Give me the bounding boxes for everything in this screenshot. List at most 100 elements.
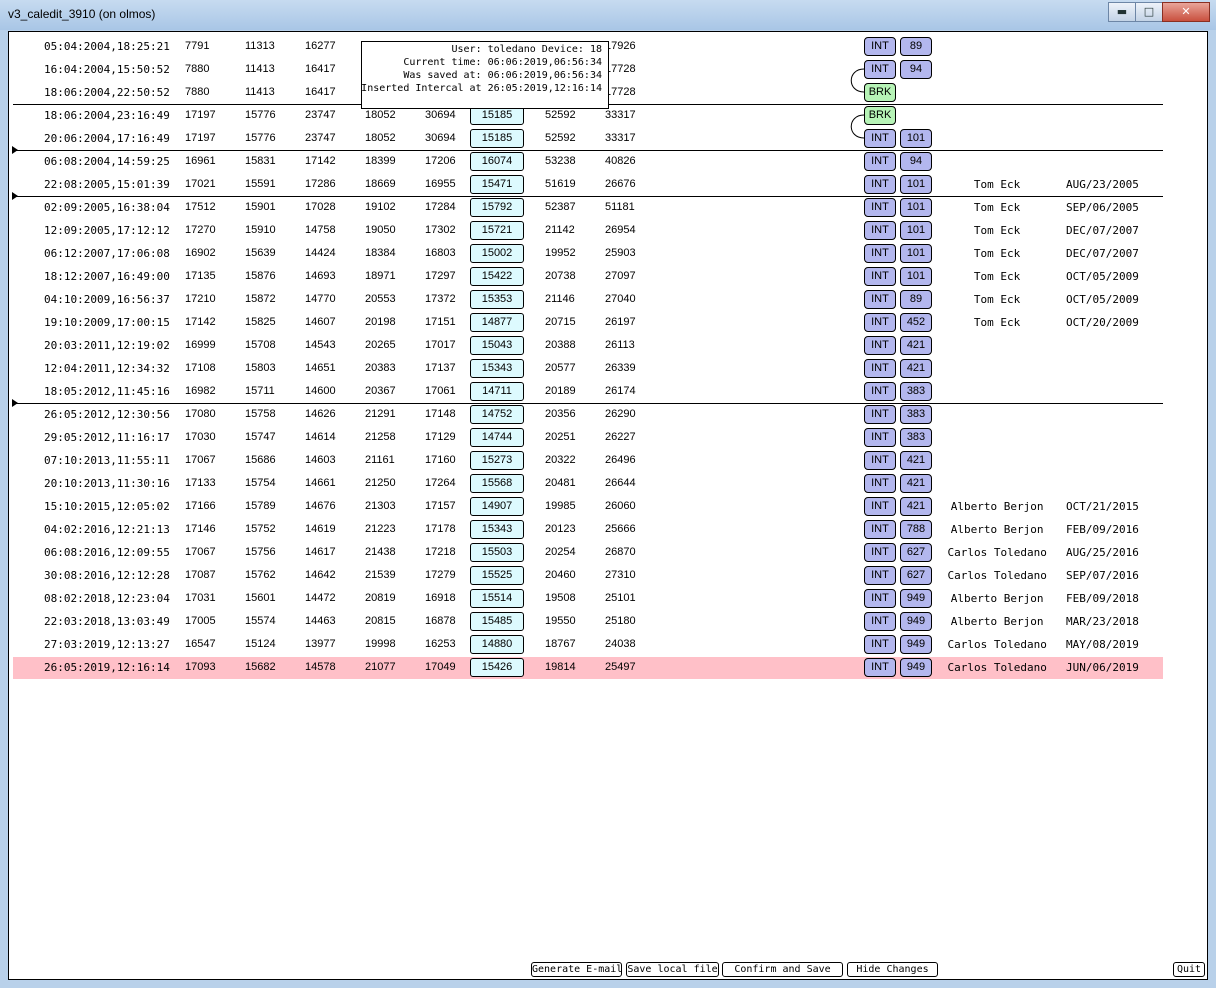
value-box[interactable]: 15426 xyxy=(470,658,524,677)
value-box[interactable]: 15525 xyxy=(470,566,524,585)
code-badge[interactable]: 101 xyxy=(900,244,932,263)
cell-operator-name: Alberto Berjon xyxy=(950,615,1044,628)
save-local-file-button[interactable]: Save local file xyxy=(626,962,719,977)
int-tag[interactable]: INT xyxy=(864,543,896,562)
value-box[interactable]: 14744 xyxy=(470,428,524,447)
int-tag[interactable]: INT xyxy=(864,658,896,677)
table-row[interactable]: 06:08:2016,12:09:55 17067 15756 14617 21438 1… xyxy=(13,542,1163,564)
int-tag[interactable]: INT xyxy=(864,405,896,424)
code-badge[interactable]: 452 xyxy=(900,313,932,332)
int-tag[interactable]: INT xyxy=(864,451,896,470)
cell-v4: 21077 xyxy=(365,661,396,673)
value-box[interactable]: 15343 xyxy=(470,520,524,539)
cell-v5: 16253 xyxy=(425,638,456,650)
table-row[interactable]: 26:05:2012,12:30:56 17080 15758 14626 21291 1… xyxy=(13,404,1163,426)
value-box[interactable]: 15568 xyxy=(470,474,524,493)
cell-v5: 17157 xyxy=(425,500,456,512)
value-box[interactable]: 15343 xyxy=(470,359,524,378)
code-badge[interactable]: 949 xyxy=(900,612,932,631)
value-box[interactable]: 14880 xyxy=(470,635,524,654)
table-row[interactable]: 20:03:2011,12:19:02 16999 15708 14543 20265 1… xyxy=(13,335,1163,357)
quit-button[interactable]: Quit xyxy=(1173,962,1205,977)
value-box[interactable]: 15273 xyxy=(470,451,524,470)
minimize-icon[interactable]: ▬ xyxy=(1108,2,1136,22)
maximize-icon[interactable]: □ xyxy=(1135,2,1163,22)
table-row[interactable]: 26:05:2019,12:16:14 17093 15682 14578 21077 1… xyxy=(13,657,1163,679)
cell-date: 12:04:2011,12:34:32 xyxy=(44,362,170,375)
cell-v4: 21539 xyxy=(365,569,396,581)
hide-changes-button[interactable]: Hide Changes xyxy=(847,962,938,977)
value-box[interactable]: 15514 xyxy=(470,589,524,608)
cell-v5: 17279 xyxy=(425,569,456,581)
int-tag[interactable]: INT xyxy=(864,313,896,332)
cell-v7: 26496 xyxy=(605,454,636,466)
cell-v6: 20322 xyxy=(545,454,576,466)
code-badge[interactable]: 421 xyxy=(900,359,932,378)
code-badge[interactable]: 421 xyxy=(900,451,932,470)
int-tag[interactable]: INT xyxy=(864,382,896,401)
table-row[interactable]: 18:12:2007,16:49:00 17135 15876 14693 18971 1… xyxy=(13,266,1163,288)
code-badge[interactable]: 383 xyxy=(900,405,932,424)
code-badge[interactable]: 421 xyxy=(900,497,932,516)
int-tag[interactable]: INT xyxy=(864,635,896,654)
value-box[interactable]: 14877 xyxy=(470,313,524,332)
confirm-and-save-button[interactable]: Confirm and Save xyxy=(722,962,843,977)
int-tag[interactable]: INT xyxy=(864,290,896,309)
generate-email-button[interactable]: Generate E-mail xyxy=(531,962,622,977)
table-row[interactable]: 04:02:2016,12:21:13 17146 15752 14619 21223 1… xyxy=(13,519,1163,541)
table-row[interactable]: 22:03:2018,13:03:49 17005 15574 14463 20815 1… xyxy=(13,611,1163,633)
code-badge[interactable]: 421 xyxy=(900,336,932,355)
table-row[interactable]: 04:10:2009,16:56:37 17210 15872 14770 20553 1… xyxy=(13,289,1163,311)
cell-operator-name: Tom Eck xyxy=(973,316,1021,329)
int-tag[interactable]: INT xyxy=(864,359,896,378)
code-badge[interactable]: 627 xyxy=(900,543,932,562)
table-row[interactable]: 30:08:2016,12:12:28 17087 15762 14642 21539 1… xyxy=(13,565,1163,587)
table-row[interactable]: 07:10:2013,11:55:11 17067 15686 14603 21161 1… xyxy=(13,450,1163,472)
code-badge[interactable]: 949 xyxy=(900,589,932,608)
value-box[interactable]: 15422 xyxy=(470,267,524,286)
value-box[interactable]: 14907 xyxy=(470,497,524,516)
table-row[interactable]: 18:05:2012,11:45:16 16982 15711 14600 20367 1… xyxy=(13,381,1163,403)
table-row[interactable]: 29:05:2012,11:16:17 17030 15747 14614 21258 1… xyxy=(13,427,1163,449)
int-tag[interactable]: INT xyxy=(864,520,896,539)
cell-operator-name: Carlos Toledano xyxy=(947,569,1047,582)
int-tag[interactable]: INT xyxy=(864,267,896,286)
code-badge[interactable]: 788 xyxy=(900,520,932,539)
value-box[interactable]: 14711 xyxy=(470,382,524,401)
table-row[interactable]: 20:10:2013,11:30:16 17133 15754 14661 21250 1… xyxy=(13,473,1163,495)
value-box[interactable]: 15002 xyxy=(470,244,524,263)
value-box[interactable]: 15503 xyxy=(470,543,524,562)
code-badge[interactable]: 383 xyxy=(900,428,932,447)
code-badge[interactable]: 949 xyxy=(900,658,932,677)
value-box[interactable]: 15485 xyxy=(470,612,524,631)
cell-date: 18:05:2012,11:45:16 xyxy=(44,385,170,398)
value-box[interactable]: 15043 xyxy=(470,336,524,355)
int-tag[interactable]: INT xyxy=(864,244,896,263)
code-badge[interactable]: 421 xyxy=(900,474,932,493)
value-box[interactable]: 15353 xyxy=(470,290,524,309)
int-tag[interactable]: INT xyxy=(864,336,896,355)
int-tag[interactable]: INT xyxy=(864,474,896,493)
code-badge[interactable]: 627 xyxy=(900,566,932,585)
int-tag[interactable]: INT xyxy=(864,612,896,631)
cell-v4: 18971 xyxy=(365,270,396,282)
cell-v2: 15711 xyxy=(245,385,275,397)
cell-v5: 17297 xyxy=(425,270,456,282)
table-row[interactable]: 19:10:2009,17:00:15 17142 15825 14607 20198 1… xyxy=(13,312,1163,334)
int-tag[interactable]: INT xyxy=(864,589,896,608)
code-badge[interactable]: 89 xyxy=(900,290,932,309)
table-row[interactable]: 12:04:2011,12:34:32 17108 15803 14651 20383 1… xyxy=(13,358,1163,380)
code-badge[interactable]: 949 xyxy=(900,635,932,654)
value-box[interactable]: 14752 xyxy=(470,405,524,424)
table-row[interactable]: 06:12:2007,17:06:08 16902 15639 14424 18384 1… xyxy=(13,243,1163,265)
int-tag[interactable]: INT xyxy=(864,566,896,585)
table-row[interactable]: 27:03:2019,12:13:27 16547 15124 13977 19998 1… xyxy=(13,634,1163,656)
table-row[interactable]: 08:02:2018,12:23:04 17031 15601 14472 20819 1… xyxy=(13,588,1163,610)
int-tag[interactable]: INT xyxy=(864,497,896,516)
cell-v6: 20460 xyxy=(545,569,576,581)
code-badge[interactable]: 101 xyxy=(900,267,932,286)
code-badge[interactable]: 383 xyxy=(900,382,932,401)
table-row[interactable]: 15:10:2015,12:05:02 17166 15789 14676 21303 1… xyxy=(13,496,1163,518)
close-icon[interactable]: ✕ xyxy=(1162,2,1210,22)
int-tag[interactable]: INT xyxy=(864,428,896,447)
